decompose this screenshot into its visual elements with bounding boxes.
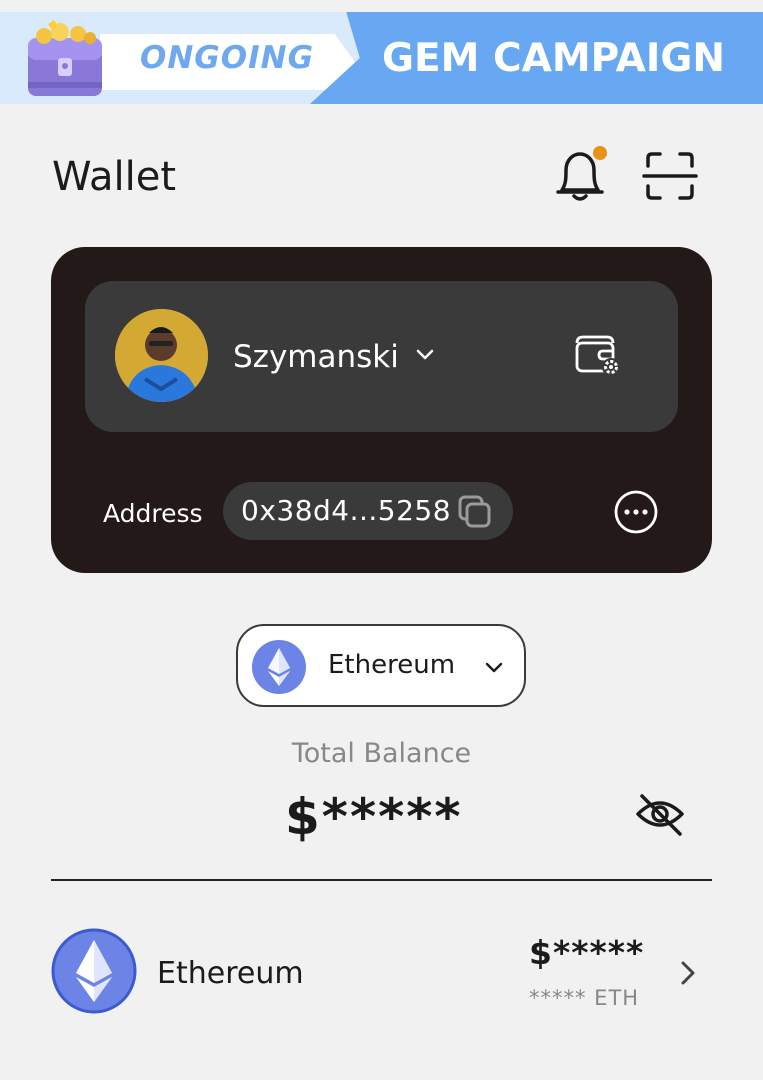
account-card: Szymanski Address 0x38d4...5258 (51, 247, 712, 573)
asset-amount: ***** ETH (529, 986, 640, 1010)
notification-dot (593, 146, 607, 160)
ethereum-icon (252, 640, 306, 694)
address-label: Address (103, 499, 203, 528)
account-name: Szymanski (233, 339, 399, 375)
ethereum-icon (51, 928, 137, 1014)
banner-title: GEM CAMPAIGN (382, 36, 726, 81)
campaign-banner[interactable]: ONGOING GEM CAMPAIGN (0, 12, 763, 104)
total-balance-label: Total Balance (291, 738, 472, 769)
wallet-settings-icon[interactable] (573, 333, 623, 379)
total-balance-value: $***** (285, 788, 463, 846)
network-selector[interactable]: Ethereum (236, 624, 526, 707)
avatar-figure (115, 309, 208, 402)
network-name: Ethereum (328, 650, 456, 680)
asset-usd-value: $***** (529, 933, 645, 972)
account-switcher[interactable]: Szymanski (85, 281, 678, 432)
chevron-right-icon (681, 961, 695, 985)
address-pill[interactable]: 0x38d4...5258 (223, 482, 513, 540)
divider (51, 879, 712, 881)
copy-icon[interactable] (457, 494, 493, 530)
asset-row-ethereum[interactable]: Ethereum $***** ***** ETH (51, 928, 712, 1018)
chevron-down-icon (416, 349, 434, 360)
more-options-icon[interactable] (613, 489, 659, 535)
banner-tag: ONGOING (140, 40, 315, 76)
scan-icon[interactable] (642, 150, 698, 202)
bell-icon[interactable] (552, 146, 608, 206)
avatar (115, 309, 208, 402)
wallet-address: 0x38d4...5258 (241, 494, 452, 527)
asset-name: Ethereum (157, 956, 304, 991)
chevron-down-icon (485, 662, 503, 673)
treasure-chest-icon (28, 20, 102, 96)
eye-off-icon[interactable] (634, 790, 686, 838)
page-title: Wallet (52, 154, 177, 200)
